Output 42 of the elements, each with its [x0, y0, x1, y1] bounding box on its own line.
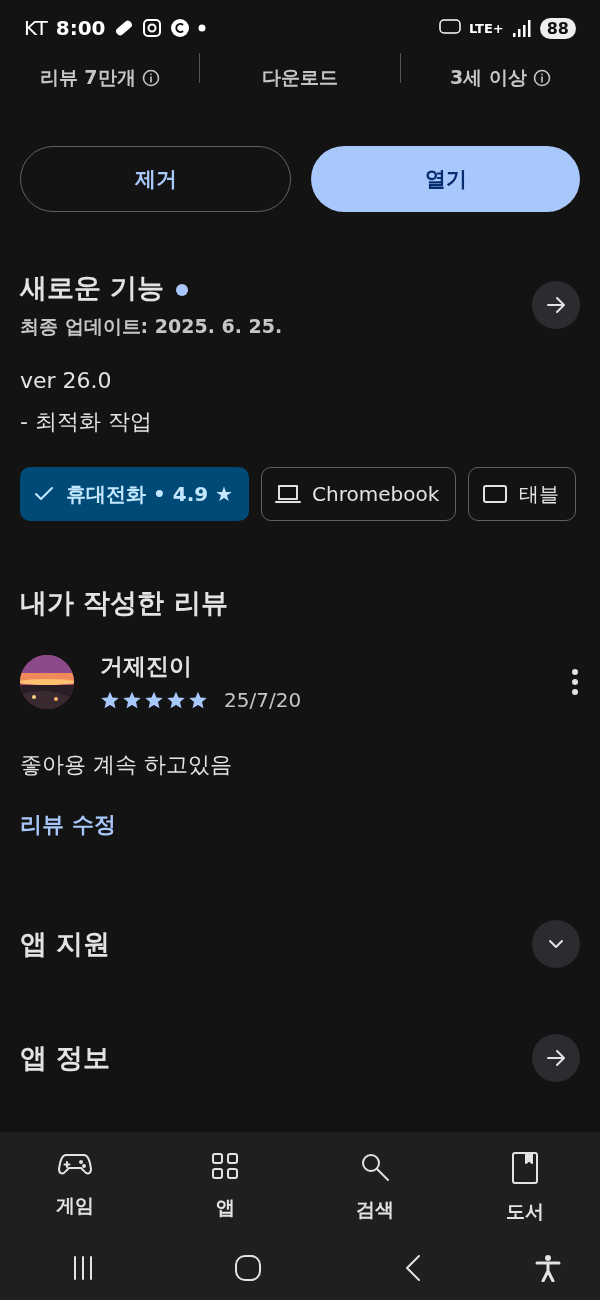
section-title: 새로운 기능 — [20, 270, 532, 306]
edit-review-link[interactable]: 리뷰 수정 — [20, 810, 116, 840]
device-chip[interactable]: 태블 — [468, 467, 577, 521]
coin-icon — [169, 18, 190, 38]
section-title: 앱 지원 — [20, 927, 112, 961]
stat-label: 다운로드 — [262, 65, 338, 90]
nav-tab[interactable]: 앱 — [150, 1150, 300, 1226]
battery-level: 88 — [539, 17, 576, 39]
notification-dot-icon — [197, 24, 206, 32]
review-text: 좋아용 계속 하고있음 — [20, 751, 232, 779]
open-button[interactable]: 열기 — [311, 146, 580, 212]
reviewer-name: 거제진이 — [100, 652, 193, 681]
arrow-button[interactable] — [532, 1034, 580, 1082]
release-note: ver 26.0 — [20, 368, 113, 393]
section-title: 앱 정보 — [20, 1041, 112, 1075]
search-icon — [359, 1151, 391, 1183]
nav-tab[interactable]: 검색 — [300, 1150, 450, 1226]
stat-label: 리뷰 7만개 — [39, 65, 136, 90]
arrow-button[interactable] — [532, 281, 580, 329]
network-type: LTE+ — [468, 20, 504, 36]
apps-grid-icon — [210, 1151, 240, 1181]
clock: 8:00 — [55, 16, 106, 40]
camera-icon — [141, 18, 162, 38]
nav-tab[interactable]: 게임 — [0, 1150, 150, 1226]
tablet-icon — [481, 483, 510, 505]
info-icon — [141, 69, 160, 87]
device-chip[interactable]: Chromebook — [261, 467, 457, 521]
device-chip[interactable]: 휴대전화 • 4.9 ★ — [20, 467, 250, 521]
home-icon[interactable] — [234, 1254, 262, 1282]
carrier: KT — [24, 16, 48, 40]
update-date: 최종 업데이트: 2025. 6. 25. — [20, 314, 284, 339]
info-icon — [532, 69, 551, 87]
section-title: 내가 작성한 리뷰 — [20, 586, 228, 620]
more-options-icon — [570, 666, 580, 697]
nav-tab[interactable]: 도서 — [450, 1150, 600, 1226]
laptop-icon — [274, 482, 303, 506]
book-icon — [511, 1151, 539, 1185]
accessibility-icon[interactable] — [535, 1254, 561, 1282]
stat-label: 3세 이상 — [449, 65, 527, 90]
signal-icon — [511, 19, 532, 37]
review-date: 25/7/20 — [224, 688, 302, 712]
release-note: - 최적화 작업 — [20, 408, 153, 436]
